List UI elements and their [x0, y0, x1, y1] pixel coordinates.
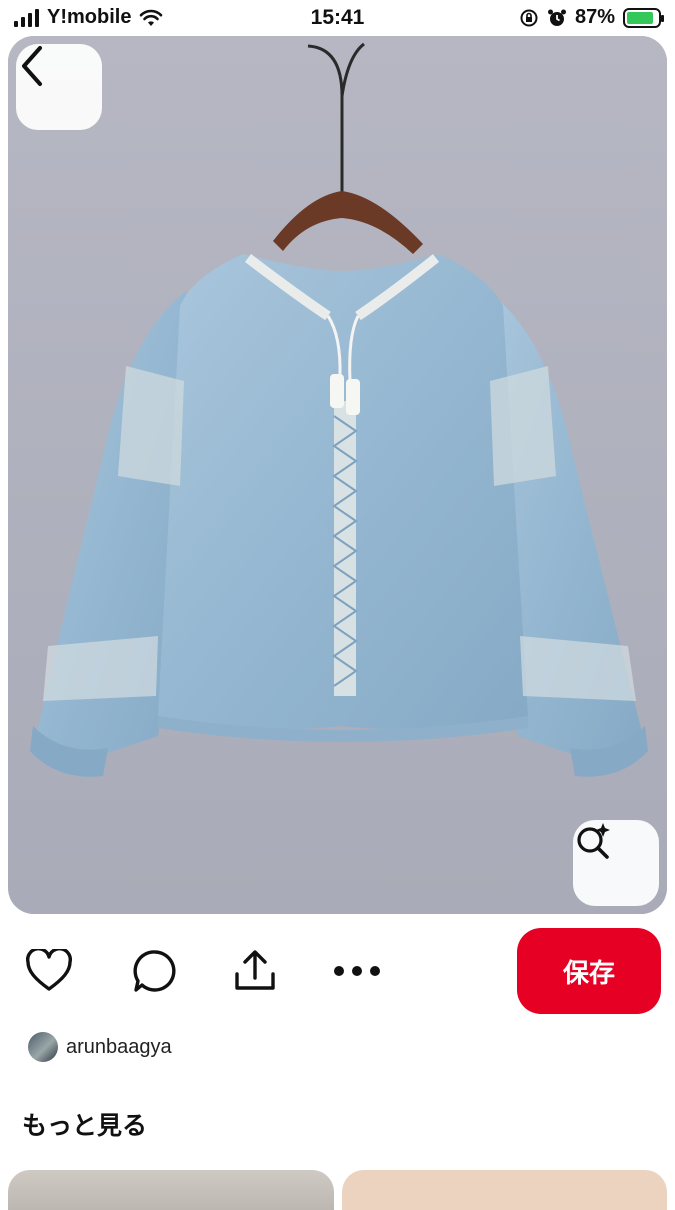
- sparkle-search-icon: [577, 823, 610, 859]
- comment-button[interactable]: [130, 946, 180, 996]
- share-button[interactable]: [230, 946, 280, 996]
- battery-charging-icon: [623, 7, 664, 28]
- alarm-icon: [547, 9, 566, 26]
- pin-image[interactable]: [8, 36, 667, 914]
- author-username[interactable]: arunbaagya: [66, 1036, 172, 1059]
- share-icon: [235, 950, 275, 990]
- orientation-lock-icon: [520, 9, 538, 26]
- back-button[interactable]: [16, 44, 102, 130]
- battery-percent: 87%: [574, 6, 615, 28]
- chevron-left-icon: [22, 46, 42, 86]
- related-pin-thumbnail[interactable]: [342, 1170, 667, 1210]
- pin-action-bar: 保存: [0, 928, 675, 1014]
- visual-search-button[interactable]: [573, 820, 659, 906]
- comment-icon: [133, 950, 176, 992]
- like-button[interactable]: [24, 946, 74, 996]
- related-pin-thumbnail[interactable]: [8, 1170, 334, 1210]
- save-button[interactable]: 保存: [517, 928, 661, 1014]
- more-section-title: もっと見る: [22, 1112, 148, 1140]
- blouse-illustration: [8, 36, 667, 914]
- pin-author[interactable]: arunbaagya: [28, 1030, 172, 1064]
- status-bar: Y!mobile 15:41 87%: [0, 0, 675, 36]
- more-options-button[interactable]: [332, 946, 382, 996]
- heart-icon: [26, 949, 72, 991]
- avatar[interactable]: [28, 1032, 58, 1062]
- more-icon: [334, 966, 380, 976]
